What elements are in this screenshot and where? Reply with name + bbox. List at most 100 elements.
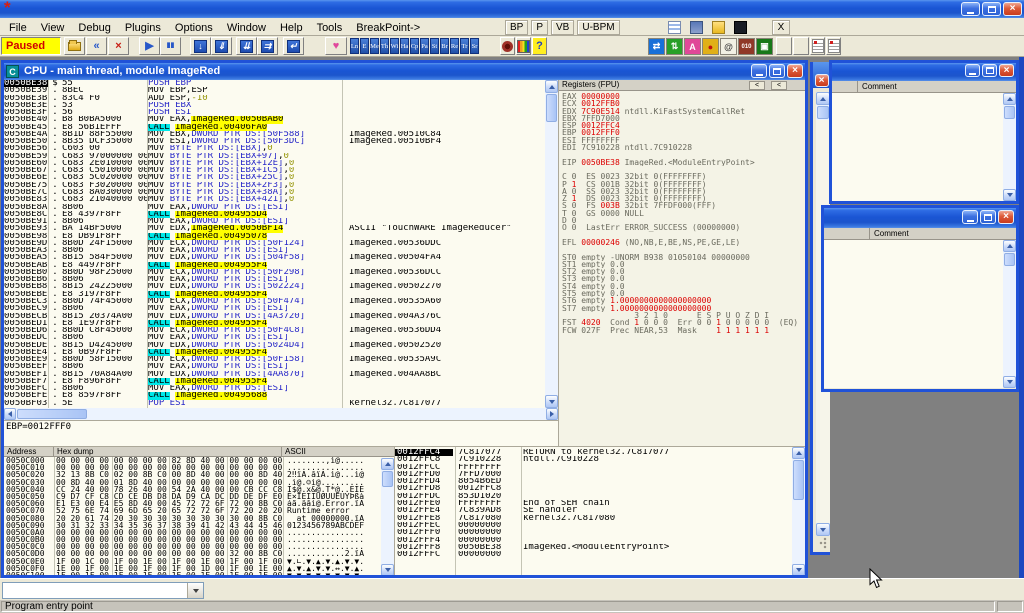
register-row[interactable]: ST0 empty -UNORM B938 01050104 00000000 — [559, 254, 805, 261]
app-titlebar[interactable]: * × — [0, 0, 1024, 18]
dump-row[interactable]: 0050C060E1 E3 00 E4 E5 8D 40 00 45 72 72… — [4, 500, 394, 507]
trace-over-button[interactable]: ⇉ — [257, 37, 278, 55]
pane-shortcut-button[interactable]: Me — [370, 38, 379, 54]
register-row[interactable] — [559, 232, 805, 239]
cpu-maximize-button[interactable] — [769, 64, 785, 78]
disasm-row[interactable]: 0050BED1 . E8 1E97F8FF CALL ImageRed.004… — [4, 320, 545, 327]
dump-row[interactable]: 0050C0E01F 00 1C 00 1F 00 1E 00 1F 00 1E… — [4, 558, 394, 565]
disasm-row[interactable]: 0050BEB8 . 8B15 24225000 MOV EDX,DWORD P… — [4, 283, 545, 290]
appearance-button[interactable] — [516, 37, 531, 55]
target-icon[interactable]: ● — [702, 38, 719, 55]
combo-dropdown-button[interactable] — [187, 583, 203, 598]
menu-item[interactable]: Plugins — [118, 20, 168, 37]
collapse-icon[interactable]: < — [771, 81, 787, 90]
register-row[interactable]: A 0 SS 0023 32bit 0(FFFFFFFF) — [559, 188, 805, 195]
pane-shortcut-button[interactable]: St — [430, 38, 439, 54]
register-row[interactable]: FCW 027F Prec NEAR,53 Mask 1 1 1 1 1 1 — [559, 327, 805, 334]
stack-pane[interactable]: 0012FFC47C817077RETURN to kernel32.7C817… — [394, 446, 805, 575]
register-row[interactable]: ESI FFFFFFFF — [559, 137, 805, 144]
stack-row[interactable]: 0012FFD07FFD7000 — [395, 471, 805, 478]
sort-updown-icon[interactable]: ⇅ — [666, 38, 683, 55]
scroll-up-icon[interactable] — [816, 92, 830, 105]
pane-shortcut-button[interactable]: Tr — [460, 38, 469, 54]
disasm-row[interactable]: 0050BE93 . BA 14BF5000 MOV EDX,ImageRed.… — [4, 225, 545, 232]
dump-pane[interactable]: Address Hex dump ASCII 0050C00000 00 00 … — [4, 446, 394, 575]
disasm-row[interactable]: 0050BED6 . 8B0D C8F45000 MOV ECX,DWORD P… — [4, 327, 545, 334]
disasm-row[interactable]: 0050BE3B . 83C4 F0 ADD ESP,-10 — [4, 95, 545, 102]
cpu-close-button[interactable]: × — [787, 64, 803, 78]
trace-into-button[interactable]: ⇊ — [236, 37, 257, 55]
disasm-row[interactable]: 0050BE50 . 8B35 DCF35000 MOV ESI,DWORD P… — [4, 138, 545, 145]
options-button[interactable] — [500, 37, 515, 55]
scroll-thumb[interactable] — [1004, 253, 1015, 266]
log-list-button[interactable] — [810, 37, 825, 55]
comment-list[interactable] — [824, 240, 1016, 388]
scroll-thumb[interactable] — [1004, 106, 1015, 119]
resize-grip[interactable] — [816, 536, 830, 549]
disasm-row[interactable]: 0050BEC3 . 8B0D 74F45000 MOV ECX,DWORD P… — [4, 298, 545, 305]
disasm-row[interactable]: 0050BE59 . C683 97000000 00 MOV BYTE PTR… — [4, 153, 545, 160]
scroll-up-icon[interactable] — [1003, 240, 1016, 252]
dump-row[interactable]: 0050C01000 00 00 00 00 00 00 00 00 00 00… — [4, 464, 394, 471]
disasm-row[interactable]: 0050BE8A . 8B06 MOV EAX,DWORD PTR DS:[ES… — [4, 204, 545, 211]
menu-item[interactable]: Window — [220, 20, 273, 37]
menu-item[interactable]: BreakPoint-> — [349, 20, 427, 37]
scroll-up-icon[interactable] — [792, 447, 805, 459]
comment-window-titlebar[interactable]: × — [824, 208, 1016, 228]
disasm-row[interactable]: 0050BE3F . 56 PUSH ESI — [4, 109, 545, 116]
open-folder-icon[interactable] — [712, 21, 725, 34]
disasm-row[interactable]: 0050BE9D . 8B0D 24F15000 MOV ECX,DWORD P… — [4, 240, 545, 247]
scroll-up-icon[interactable] — [381, 458, 394, 470]
disasm-row[interactable]: 0050BE45 . E8 56B1EFFF CALL ImageRed.004… — [4, 124, 545, 131]
disassembly-pane[interactable]: 0050BE38 $ 55 PUSH EBP 0050BE39 . 8BEC M… — [4, 80, 545, 408]
step-into-button[interactable]: ↓ — [190, 37, 211, 55]
disasm-row[interactable]: 0050BEE4 . E8 0B97F8FF CALL ImageRed.004… — [4, 349, 545, 356]
disasm-row[interactable]: 0050BE83 . C683 21040000 00 MOV BYTE PTR… — [4, 196, 545, 203]
stack-row[interactable]: 0012FFE87C817080kernel32.7C817080 — [395, 515, 805, 522]
dump-row[interactable]: 0050C00000 00 00 00 00 00 00 00 82 8D 40… — [4, 457, 394, 464]
restart-button[interactable]: « — [86, 37, 107, 55]
run-button[interactable]: ▶ — [139, 37, 160, 55]
minimize-button[interactable] — [962, 210, 978, 224]
command-combobox[interactable] — [2, 582, 204, 599]
stack-row[interactable]: 0012FFDC853D1020 — [395, 493, 805, 500]
maximize-button[interactable] — [982, 64, 997, 77]
stack-row[interactable]: 0012FFC47C817077RETURN to kernel32.7C817… — [395, 449, 805, 456]
register-row[interactable]: EFL 00000246 (NO,NB,E,BE,NS,PE,GE,LE) — [559, 239, 805, 246]
register-row[interactable] — [559, 151, 805, 158]
dump-vscrollbar[interactable] — [381, 458, 394, 575]
close-button[interactable]: × — [1003, 2, 1022, 16]
register-row[interactable]: ESP 0012FFC4 — [559, 122, 805, 129]
stack-row[interactable]: 0012FFD80012FFC8 — [395, 485, 805, 492]
disasm-row[interactable]: 0050BE40 . B8 B0BA5000 MOV EAX,ImageRed.… — [4, 116, 545, 123]
register-row[interactable]: EBX 7FFD7000 — [559, 115, 805, 122]
disasm-row[interactable]: 0050BE67 . C683 C5010000 00 MOV BYTE PTR… — [4, 167, 545, 174]
disasm-row[interactable]: 0050BE3E . 53 PUSH EBX — [4, 102, 545, 109]
disasm-row[interactable]: 0050BEB0 . 8B0D 98F25000 MOV ECX,DWORD P… — [4, 269, 545, 276]
disasm-row[interactable]: 0050BE38 $ 55 PUSH EBP — [4, 80, 545, 87]
scroll-down-icon[interactable] — [816, 523, 830, 536]
disasm-row[interactable]: 0050BEF7 . E8 F896F8FF CALL ImageRed.004… — [4, 378, 545, 385]
maximize-button[interactable] — [980, 210, 996, 224]
stack-row[interactable]: 0012FFF000000000 — [395, 529, 805, 536]
minimize-button[interactable] — [961, 2, 980, 16]
pane-shortcut-button[interactable]: Th — [380, 38, 389, 54]
dump-row[interactable]: 0050C050C9 D7 CF C8 CD CE DB D8 DA D9 CA… — [4, 493, 394, 500]
stack-row[interactable]: 0012FFC87C910228ntdll.7C910228 — [395, 456, 805, 463]
scroll-up-icon[interactable] — [545, 80, 558, 93]
register-row[interactable]: EIP 0050BE38 ImageRed.<ModuleEntryPoint> — [559, 159, 805, 166]
plugin-toolbar-button[interactable]: VB — [551, 20, 574, 35]
menu-item[interactable]: Debug — [71, 20, 117, 37]
cpu-window-titlebar[interactable]: C CPU - main thread, module ImageRed × — [4, 63, 805, 80]
registers-pane[interactable]: Registers (FPU) < < EAX 00000000ECX 0012… — [558, 80, 805, 446]
hidden-window-close-button[interactable]: × — [815, 74, 829, 87]
register-row[interactable] — [559, 246, 805, 253]
disasm-row[interactable]: 0050BEE9 . 8B0D 58F15000 MOV ECX,DWORD P… — [4, 356, 545, 363]
disasm-row[interactable]: 0050BECB . 8B15 20374A00 MOV EDX,DWORD P… — [4, 313, 545, 320]
ascii-view-icon[interactable]: A — [684, 38, 701, 55]
plugin-toolbar-button[interactable]: U-BPM — [577, 20, 619, 35]
register-row[interactable]: T 0 GS 0000 NULL — [559, 210, 805, 217]
stack-row[interactable]: 0012FFEC00000000 — [395, 522, 805, 529]
dump-row[interactable]: 0050C08020 20 61 74 20 30 30 30 30 30 30… — [4, 515, 394, 522]
stack-row[interactable]: 0012FFF80050BE38ImageRed.<ModuleEntryPoi… — [395, 544, 805, 551]
